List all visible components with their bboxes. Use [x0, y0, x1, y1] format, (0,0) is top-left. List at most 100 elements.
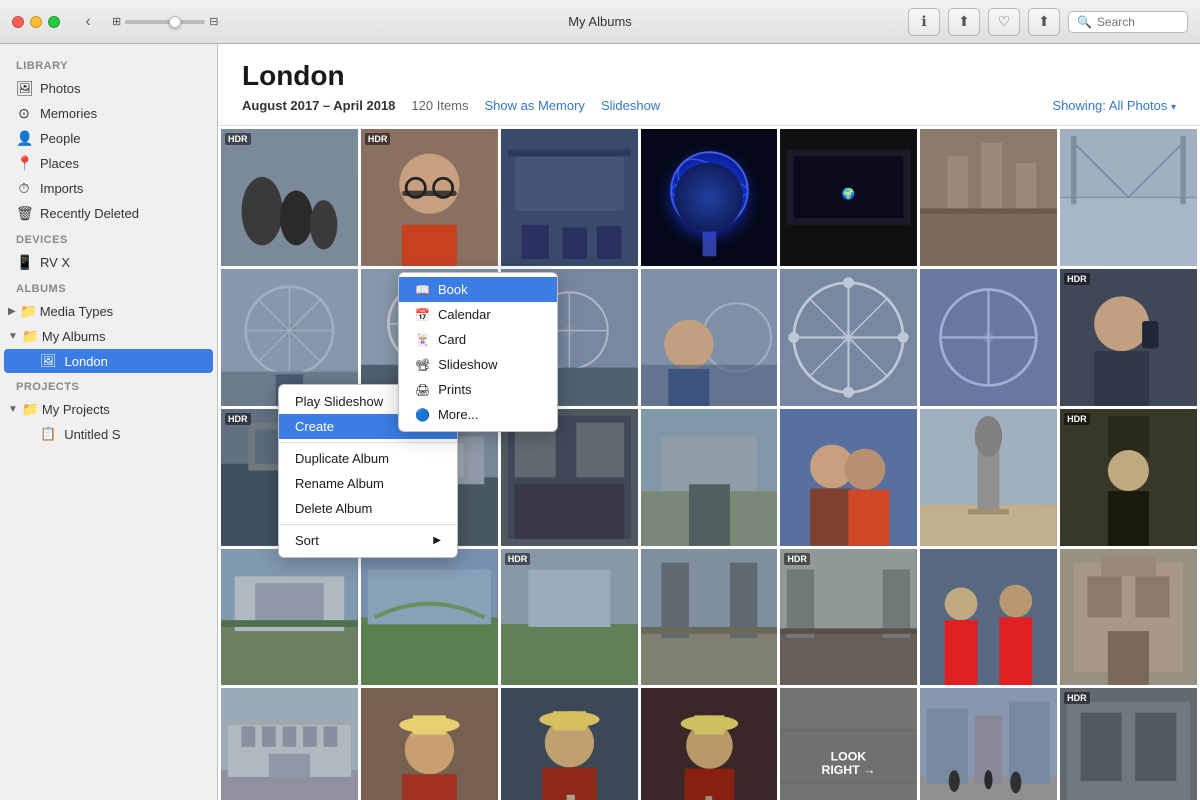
submenu-item-label: Book — [438, 282, 468, 297]
sidebar-item-photos[interactable]: 🖼 Photos — [0, 76, 217, 101]
submenu-item-slideshow[interactable]: 📽 Slideshow — [399, 352, 557, 377]
album-title: London — [242, 60, 1176, 92]
albums-header: Albums — [0, 275, 217, 299]
submenu-item-label: Card — [438, 332, 466, 347]
sidebar-item-rvx[interactable]: 📱 RV X — [0, 250, 217, 275]
sidebar-item-memories[interactable]: ⊙ Memories — [0, 101, 217, 126]
sidebar-item-my-albums[interactable]: ▼ 📁 My Albums — [0, 324, 217, 349]
maximize-button[interactable] — [48, 16, 60, 28]
photo-cell[interactable] — [920, 129, 1057, 266]
svg-text:LOOK: LOOK — [831, 750, 867, 764]
content-header: London August 2017 – April 2018 120 Item… — [218, 44, 1200, 126]
photo-cell[interactable] — [641, 269, 778, 406]
zoom-out-icon: ⊞ — [112, 15, 121, 28]
sidebar-item-my-projects[interactable]: ▼ 📁 My Projects — [0, 397, 217, 422]
export-button[interactable]: ⬆ — [1028, 8, 1060, 36]
submenu-item-more[interactable]: 🔵 More... — [399, 402, 557, 427]
rename-album-menu-item[interactable]: Rename Album — [279, 471, 457, 496]
back-button[interactable]: ‹ — [76, 10, 100, 34]
titlebar: ‹ ⊞ ⊟ My Albums ℹ ⬆ ♡ ⬆ 🔍 — [0, 0, 1200, 44]
slideshow-link[interactable]: Slideshow — [601, 98, 660, 113]
photo-cell[interactable] — [221, 688, 358, 800]
search-box[interactable]: 🔍 — [1068, 11, 1188, 33]
photo-cell[interactable] — [221, 549, 358, 686]
submenu-item-calendar[interactable]: 📅 Calendar — [399, 302, 557, 327]
photo-cell[interactable] — [501, 129, 638, 266]
arrow-down-icon: ▼ — [8, 404, 18, 415]
search-icon: 🔍 — [1077, 15, 1092, 29]
people-icon: 👤 — [16, 130, 32, 147]
photo-cell[interactable] — [501, 688, 638, 800]
close-button[interactable] — [12, 16, 24, 28]
photo-cell[interactable] — [641, 688, 778, 800]
card-icon: 🃏 — [415, 333, 430, 347]
share-button[interactable]: ⬆ — [948, 8, 980, 36]
sidebar: Library 🖼 Photos ⊙ Memories 👤 People 📍 P… — [0, 44, 218, 800]
photo-cell[interactable] — [920, 269, 1057, 406]
photo-cell[interactable] — [1060, 549, 1197, 686]
duplicate-album-menu-item[interactable]: Duplicate Album — [279, 446, 457, 471]
show-as-memory-link[interactable]: Show as Memory — [485, 98, 585, 113]
showing-filter[interactable]: Showing: All Photos ▾ — [1052, 98, 1176, 113]
delete-album-menu-item[interactable]: Delete Album — [279, 496, 457, 521]
calendar-icon: 📅 — [415, 308, 430, 322]
photo-cell[interactable] — [780, 409, 917, 546]
photo-cell[interactable] — [1060, 129, 1197, 266]
submenu-item-book[interactable]: 📖 Book — [399, 277, 557, 302]
sort-menu-item[interactable]: Sort ▶ — [279, 528, 457, 553]
photo-cell[interactable] — [641, 409, 778, 546]
photo-cell[interactable]: HDR — [1060, 688, 1197, 800]
photo-cell[interactable]: 🌍 — [780, 129, 917, 266]
folder-icon: 📁 — [22, 328, 38, 345]
photo-cell[interactable]: HDR — [780, 549, 917, 686]
photo-cell[interactable] — [361, 549, 498, 686]
arrow-down-icon: ▼ — [8, 331, 18, 342]
sidebar-item-recently-deleted[interactable]: 🗑 Recently Deleted — [0, 201, 217, 226]
slideshow-icon: 📽 — [415, 358, 430, 372]
window-title: My Albums — [568, 14, 632, 29]
photo-cell[interactable] — [780, 269, 917, 406]
slider-thumb[interactable] — [169, 16, 181, 28]
sidebar-item-imports[interactable]: ⏱ Imports — [0, 176, 217, 201]
folder-icon: 📁 — [20, 303, 36, 320]
traffic-lights — [12, 16, 60, 28]
photo-cell[interactable] — [920, 409, 1057, 546]
photo-cell[interactable]: HDR — [221, 129, 358, 266]
photo-cell[interactable] — [641, 129, 778, 266]
menu-separator — [279, 442, 457, 443]
photo-cell[interactable]: HDR — [1060, 269, 1197, 406]
submenu-item-label: More... — [438, 407, 478, 422]
photo-cell[interactable] — [920, 688, 1057, 800]
photo-cell[interactable] — [920, 549, 1057, 686]
photo-cell[interactable]: HDR — [1060, 409, 1197, 546]
sidebar-item-people[interactable]: 👤 People — [0, 126, 217, 151]
submenu-item-card[interactable]: 🃏 Card — [399, 327, 557, 352]
photo-cell[interactable] — [361, 688, 498, 800]
project-icon: 📋 — [40, 426, 56, 442]
submenu-item-prints[interactable]: 🖨 Prints — [399, 377, 557, 402]
sidebar-item-places[interactable]: 📍 Places — [0, 151, 217, 176]
favorite-button[interactable]: ♡ — [988, 8, 1020, 36]
hdr-badge: HDR — [1064, 273, 1090, 285]
zoom-slider[interactable]: ⊞ ⊟ — [112, 15, 218, 28]
photo-cell[interactable]: LOOK RIGHT → — [780, 688, 917, 800]
info-button[interactable]: ℹ — [908, 8, 940, 36]
showing-value[interactable]: All Photos — [1109, 98, 1168, 113]
submenu[interactable]: 📖 Book 📅 Calendar 🃏 Card 📽 Slideshow 🖨 — [398, 272, 558, 432]
submenu-item-label: Calendar — [438, 307, 491, 322]
folder-icon: 📁 — [22, 401, 38, 418]
sidebar-item-untitled[interactable]: 📋 Untitled S — [0, 422, 217, 446]
prints-icon: 🖨 — [415, 383, 430, 397]
photo-cell[interactable] — [641, 549, 778, 686]
sidebar-item-london[interactable]: 🖼 London — [4, 349, 213, 373]
photo-cell[interactable]: HDR — [361, 129, 498, 266]
minimize-button[interactable] — [30, 16, 42, 28]
slider-track[interactable] — [125, 20, 205, 24]
more-icon: 🔵 — [415, 408, 430, 422]
content-area: London August 2017 – April 2018 120 Item… — [218, 44, 1200, 800]
sidebar-item-label: Untitled S — [64, 427, 120, 442]
create-label: Create — [295, 419, 334, 434]
sidebar-item-media-types[interactable]: ▶ 📁 Media Types — [0, 299, 217, 324]
photo-cell[interactable]: HDR — [501, 549, 638, 686]
search-input[interactable] — [1097, 15, 1177, 29]
